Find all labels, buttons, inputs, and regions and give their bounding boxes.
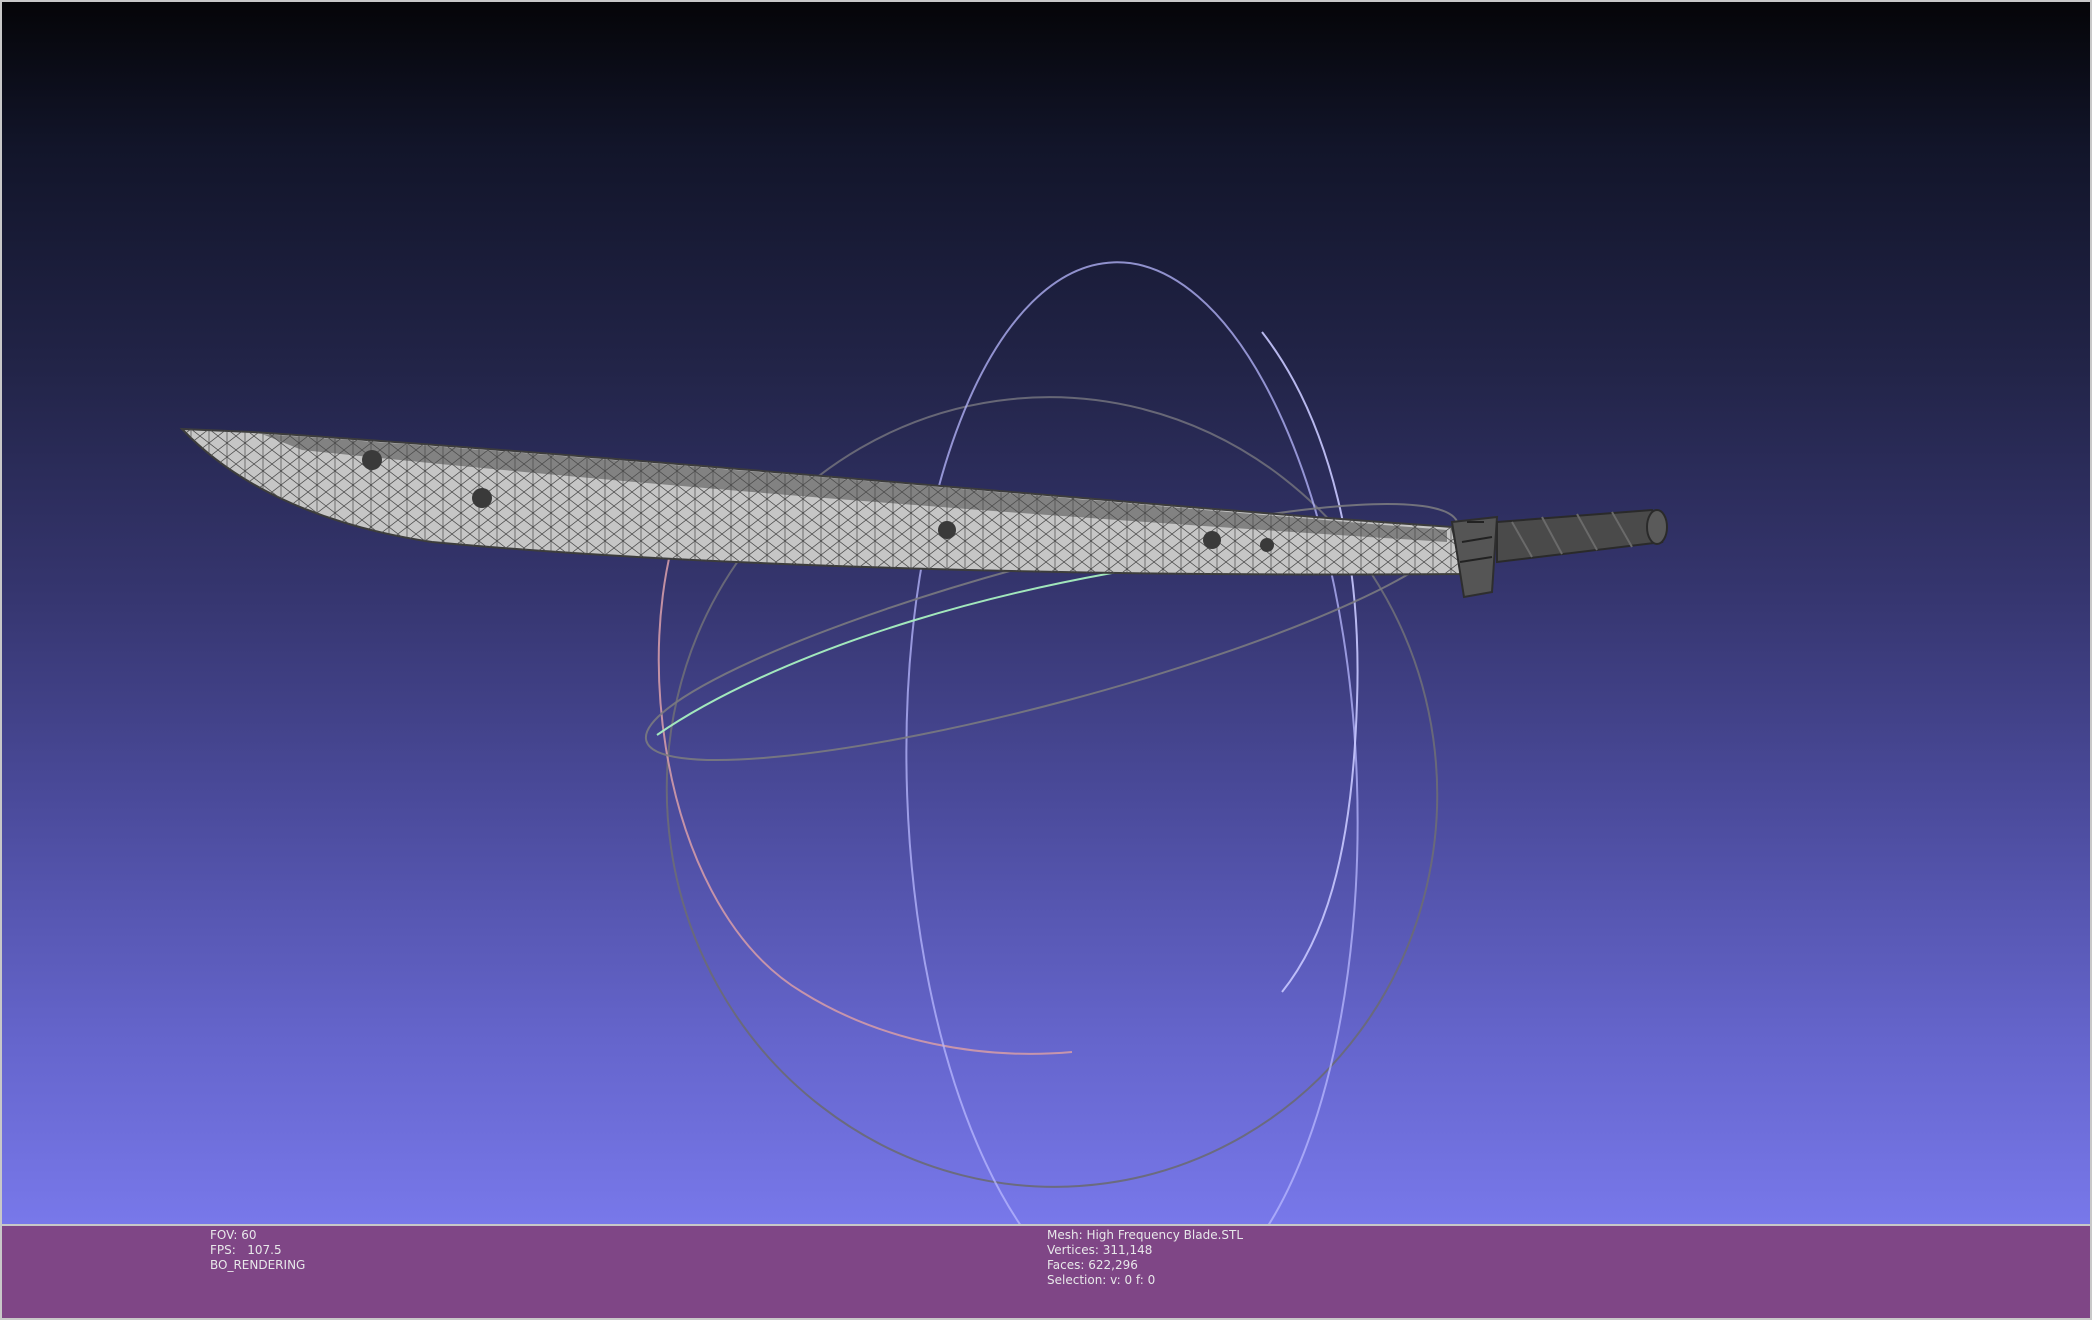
vertices-label: Vertices: 311,148 [1047,1243,1153,1257]
blade-mesh[interactable] [179,427,1668,599]
trackball-gizmo[interactable] [616,254,1488,1226]
3d-viewport[interactable] [0,0,2092,1226]
mesh-info-panel: Mesh: High Frequency Blade.STL Vertices:… [1047,1228,1243,1288]
fps-label: FPS: 107.5 [210,1243,282,1257]
trackball-ring-blue [905,261,1359,1224]
blade-guard [1450,515,1499,599]
selection-label: Selection: v: 0 f: 0 [1047,1273,1156,1287]
scene-canvas[interactable] [2,2,2092,1226]
viewer-info-panel: FOV: 60 FPS: 107.5 BO_RENDERING [210,1228,305,1273]
trackball-ring-blue-highlight [1261,331,1359,993]
blade-handle [1496,508,1668,564]
fov-label: FOV: 60 [210,1228,257,1242]
faces-label: Faces: 622,296 [1047,1258,1138,1272]
mesh-name-label: Mesh: High Frequency Blade.STL [1047,1228,1244,1242]
status-bar: FOV: 60 FPS: 107.5 BO_RENDERING Mesh: Hi… [0,1226,2092,1320]
rendering-mode-label: BO_RENDERING [210,1258,306,1272]
